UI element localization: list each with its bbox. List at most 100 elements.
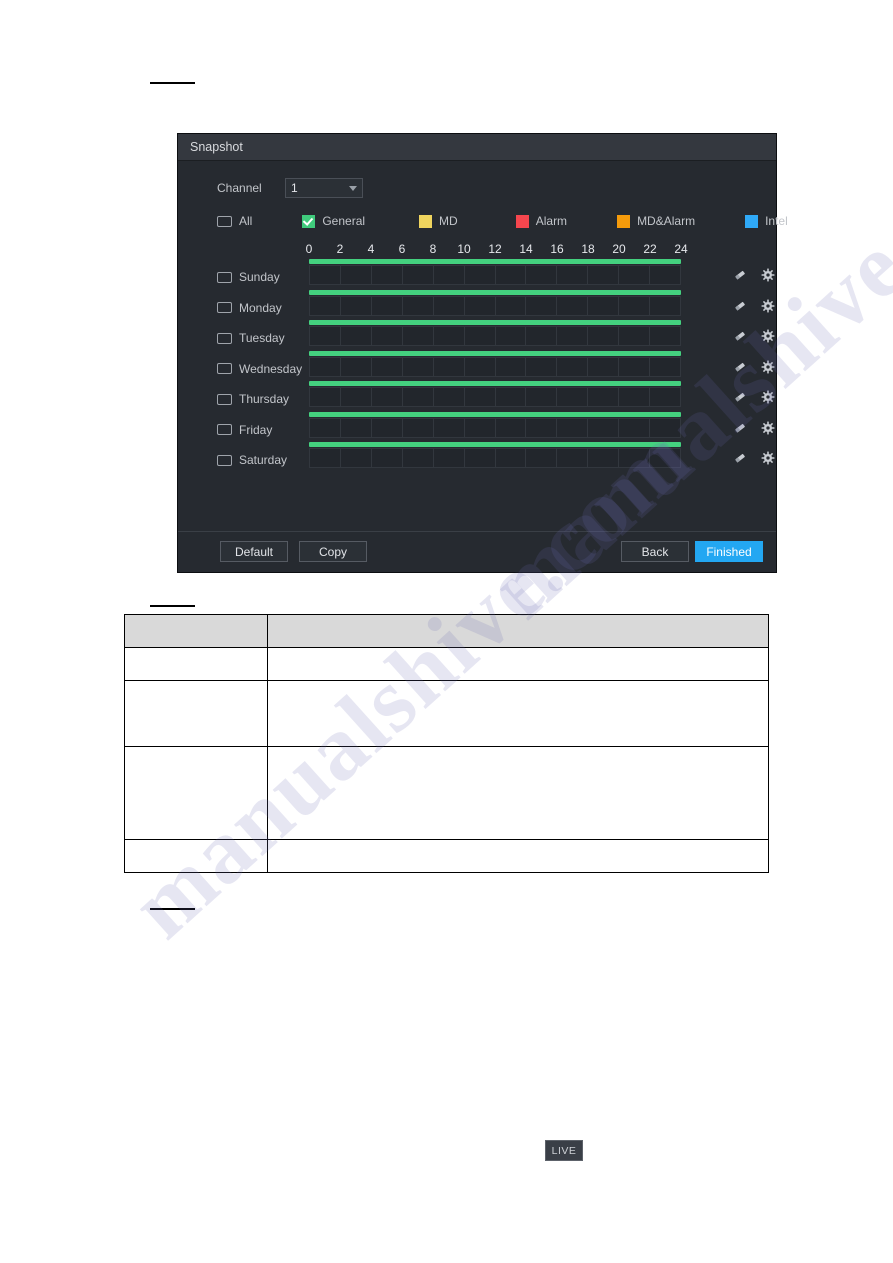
timeline-tick-8: 8 xyxy=(429,242,437,256)
schedule-bar[interactable] xyxy=(309,289,681,295)
day-toggle-thursday[interactable]: Thursday xyxy=(217,381,309,406)
day-label: Sunday xyxy=(239,270,280,284)
checkbox-unchecked-icon[interactable] xyxy=(217,363,232,374)
schedule-track[interactable] xyxy=(309,411,681,440)
erase-schedule-button[interactable] xyxy=(733,451,747,465)
live-button-label: LIVE xyxy=(551,1144,577,1157)
erase-schedule-button[interactable] xyxy=(733,299,747,313)
erase-schedule-button[interactable] xyxy=(733,421,747,435)
schedule-grid xyxy=(309,448,681,468)
schedule-grid xyxy=(309,265,681,285)
channel-label: Channel xyxy=(217,181,262,195)
schedule-bar[interactable] xyxy=(309,259,681,264)
erase-schedule-button[interactable] xyxy=(733,360,747,374)
legend-item-alarm[interactable]: Alarm xyxy=(515,214,567,228)
table-cell xyxy=(267,680,769,747)
table-cell xyxy=(124,647,268,681)
setup-schedule-button[interactable] xyxy=(761,268,775,282)
checkbox-unchecked-icon[interactable] xyxy=(217,393,232,405)
timeline-tick-0: 0 xyxy=(305,242,313,256)
timeline-tick-16: 16 xyxy=(550,242,564,256)
parameter-description-table xyxy=(124,614,769,873)
schedule-bar[interactable] xyxy=(309,411,681,417)
copy-button[interactable]: Copy xyxy=(299,541,367,562)
day-toggle-friday[interactable]: Friday xyxy=(217,412,309,437)
snapshot-dialog: Snapshot Channel 1 All General MD Alarm MD&A… xyxy=(178,134,788,572)
schedule-track[interactable] xyxy=(309,442,681,470)
timeline-tick-12: 12 xyxy=(488,242,502,256)
erase-schedule-button[interactable] xyxy=(733,390,747,404)
eraser-icon xyxy=(735,453,745,463)
erase-schedule-button[interactable] xyxy=(733,329,747,343)
schedule-grid xyxy=(309,326,681,346)
setup-schedule-button[interactable] xyxy=(761,421,775,435)
section-underline-table xyxy=(150,605,195,607)
color-swatch-icon[interactable] xyxy=(419,214,433,228)
legend-item-label: MD xyxy=(439,214,458,228)
day-row-actions xyxy=(733,360,775,374)
schedule-track[interactable] xyxy=(309,381,681,409)
table-cell xyxy=(267,839,769,873)
setup-schedule-button[interactable] xyxy=(761,329,775,343)
gear-icon xyxy=(761,390,775,404)
table-header-row xyxy=(124,614,769,648)
default-button[interactable]: Default xyxy=(220,541,288,562)
legend-item-intel[interactable]: Intel xyxy=(745,214,788,228)
day-row-friday: Friday xyxy=(217,411,776,443)
legend-item-label: MD&Alarm xyxy=(637,214,696,228)
setup-schedule-button[interactable] xyxy=(761,451,775,465)
legend-item-md[interactable]: MD xyxy=(419,214,458,228)
table-row xyxy=(124,839,769,873)
eraser-icon xyxy=(735,392,745,402)
dialog-body: Channel 1 All General MD Alarm MD&Alarm Intel… xyxy=(178,161,788,572)
checkbox-unchecked-icon[interactable] xyxy=(217,302,232,313)
eraser-icon xyxy=(735,331,745,341)
day-rows: Sunday Monday Tuesday Wednesday Thursday Frid… xyxy=(217,259,776,473)
checkbox-unchecked-icon[interactable] xyxy=(217,332,232,344)
schedule-bar[interactable] xyxy=(309,350,681,356)
day-toggle-wednesday[interactable]: Wednesday xyxy=(217,351,309,376)
eraser-icon xyxy=(735,423,745,432)
checkbox-unchecked-icon[interactable] xyxy=(217,215,232,227)
live-button[interactable]: LIVE xyxy=(545,1140,583,1161)
schedule-track[interactable] xyxy=(309,350,681,379)
erase-schedule-button[interactable] xyxy=(733,268,747,282)
color-swatch-icon[interactable] xyxy=(617,214,631,228)
schedule-track[interactable] xyxy=(309,289,681,318)
checkbox-unchecked-icon[interactable] xyxy=(217,454,232,466)
schedule-bar[interactable] xyxy=(309,381,681,386)
legend-item-label: General xyxy=(322,214,366,228)
finished-button[interactable]: Finished xyxy=(695,541,763,562)
channel-row: Channel 1 xyxy=(178,175,776,201)
color-swatch-icon[interactable] xyxy=(515,214,529,228)
day-toggle-saturday[interactable]: Saturday xyxy=(217,442,309,467)
day-toggle-sunday[interactable]: Sunday xyxy=(217,259,309,284)
day-toggle-monday[interactable]: Monday xyxy=(217,290,309,315)
timeline-tick-14: 14 xyxy=(519,242,533,256)
checkbox-checked-icon[interactable] xyxy=(302,214,316,228)
eraser-icon xyxy=(735,362,745,371)
legend-item-md-alarm[interactable]: MD&Alarm xyxy=(617,214,695,228)
day-toggle-tuesday[interactable]: Tuesday xyxy=(217,320,309,345)
event-type-legend: All General MD Alarm MD&Alarm Intel xyxy=(178,208,788,234)
back-button[interactable]: Back xyxy=(621,541,689,562)
checkbox-unchecked-icon[interactable] xyxy=(217,424,232,435)
section-underline-top xyxy=(150,82,195,84)
channel-select[interactable]: 1 xyxy=(285,178,363,198)
dialog-title: Snapshot xyxy=(190,140,243,154)
setup-schedule-button[interactable] xyxy=(761,390,775,404)
schedule-track[interactable] xyxy=(309,259,681,287)
legend-item-general[interactable]: General xyxy=(302,214,365,228)
checkbox-unchecked-icon[interactable] xyxy=(217,271,232,283)
color-swatch-icon[interactable] xyxy=(745,214,759,228)
setup-schedule-button[interactable] xyxy=(761,360,775,374)
schedule-track[interactable] xyxy=(309,320,681,348)
schedule-bar[interactable] xyxy=(309,442,681,447)
legend-item-all[interactable]: All xyxy=(217,214,252,228)
setup-schedule-button[interactable] xyxy=(761,299,775,313)
footer-left-buttons: Default Copy xyxy=(220,541,367,562)
day-label: Monday xyxy=(239,300,282,315)
gear-icon xyxy=(761,360,775,373)
schedule-bar[interactable] xyxy=(309,320,681,325)
day-row-wednesday: Wednesday xyxy=(217,350,776,382)
